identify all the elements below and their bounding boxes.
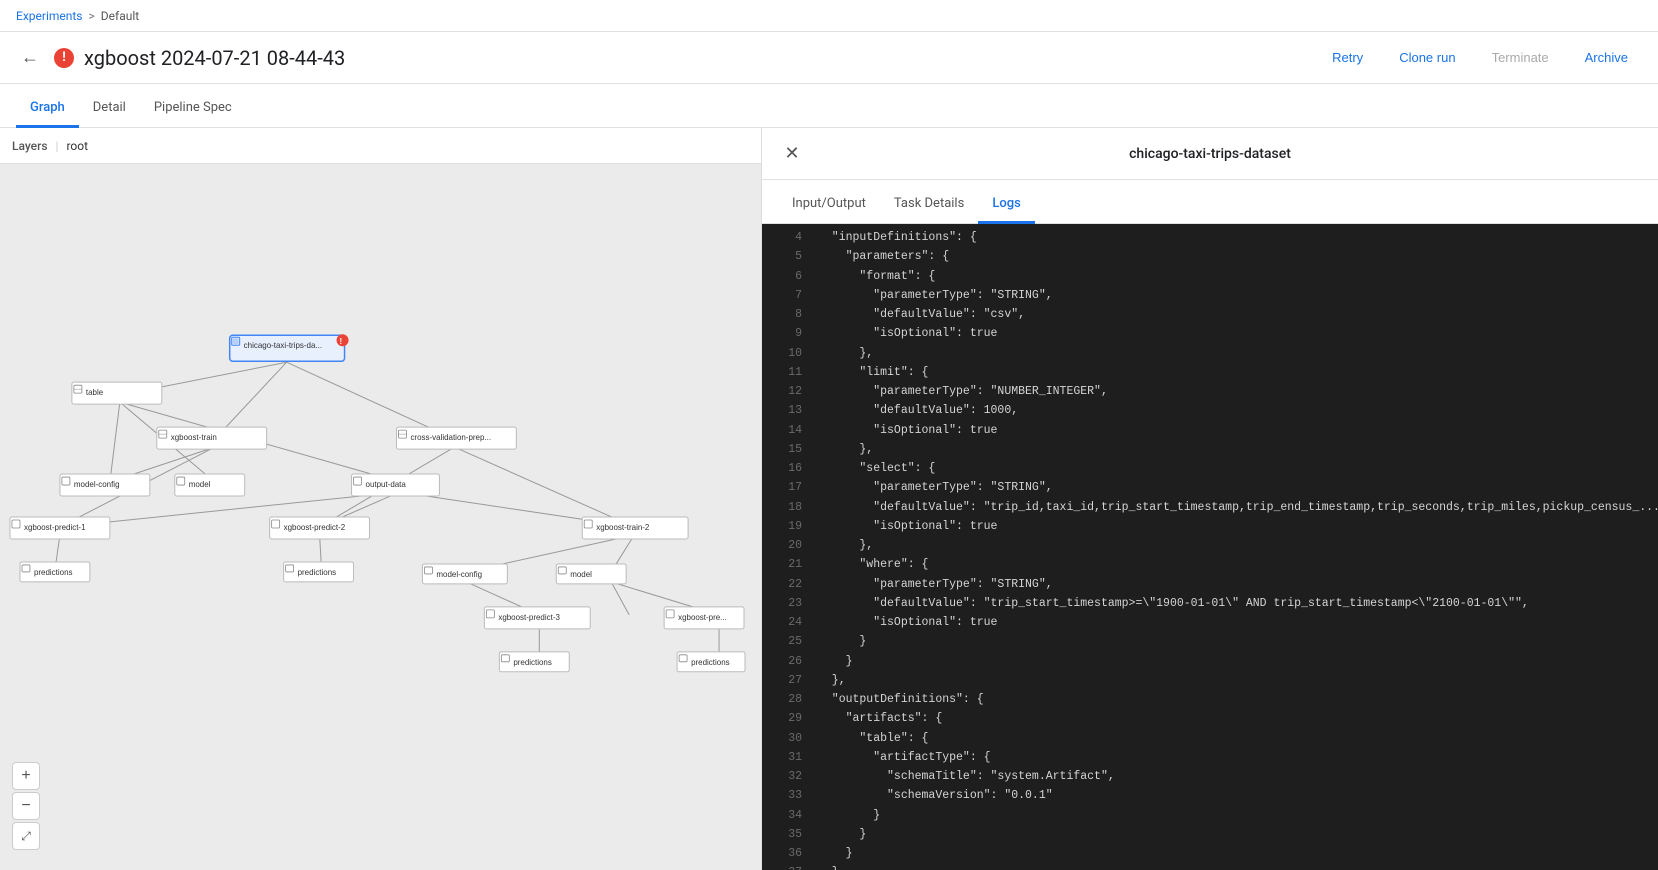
log-line: 36 } [762,844,1658,863]
svg-text:predictions: predictions [298,568,337,577]
main-tabs: Graph Detail Pipeline Spec [0,84,1658,128]
layers-label: Layers [12,139,48,153]
layers-separator: | [56,139,59,153]
log-line: 14 "isOptional": true [762,421,1658,440]
svg-text:xgboost-predict-1: xgboost-predict-1 [24,523,86,532]
svg-text:table: table [86,388,104,397]
breadcrumb: Experiments > Default [0,0,1658,32]
log-content[interactable]: 4 "inputDefinitions": {5 "parameters": {… [762,224,1658,870]
svg-text:xgboost-train-2: xgboost-train-2 [596,523,650,532]
svg-text:xgboost-pre...: xgboost-pre... [678,613,727,622]
log-line: 18 "defaultValue": "trip_id,taxi_id,trip… [762,498,1658,517]
log-line: 24 "isOptional": true [762,613,1658,632]
svg-text:cross-validation-prep...: cross-validation-prep... [410,433,491,442]
svg-text:predictions: predictions [34,568,73,577]
log-line: 19 "isOptional": true [762,517,1658,536]
svg-text:predictions: predictions [691,658,730,667]
tab-detail[interactable]: Detail [79,90,140,128]
tab-pipeline-spec[interactable]: Pipeline Spec [140,90,246,128]
header-left: ← ! xgboost 2024-07-21 08-44-43 [16,44,1318,72]
clone-run-button[interactable]: Clone run [1385,44,1469,71]
main-area: Layers | root [0,128,1658,870]
right-panel: ✕ chicago-taxi-trips-dataset Input/Outpu… [762,128,1658,870]
layers-root: root [66,139,88,153]
log-line: 13 "defaultValue": 1000, [762,401,1658,420]
log-line: 30 "table": { [762,729,1658,748]
zoom-out-button[interactable]: − [12,792,40,820]
log-line: 33 "schemaVersion": "0.0.1" [762,786,1658,805]
rpanel-tab-input-output[interactable]: Input/Output [778,186,880,224]
zoom-controls: + − ⤢ [12,762,40,850]
svg-text:xgboost-predict-2: xgboost-predict-2 [284,523,346,532]
run-error-icon: ! [54,48,74,68]
log-line: 37 }, [762,863,1658,870]
svg-text:xgboost-predict-3: xgboost-predict-3 [498,613,560,622]
log-line: 34 } [762,806,1658,825]
log-line: 26 } [762,652,1658,671]
panel-title: chicago-taxi-trips-dataset [1129,146,1291,162]
terminate-button: Terminate [1478,44,1563,71]
log-line: 16 "select": { [762,459,1658,478]
log-line: 17 "parameterType": "STRING", [762,478,1658,497]
archive-button[interactable]: Archive [1571,44,1642,71]
zoom-in-button[interactable]: + [12,762,40,790]
breadcrumb-separator: > [89,9,95,23]
panel-close-button[interactable]: ✕ [778,140,806,168]
svg-text:!: ! [340,337,343,346]
log-line: 22 "parameterType": "STRING", [762,575,1658,594]
log-line: 15 }, [762,440,1658,459]
run-title: xgboost 2024-07-21 08-44-43 [84,46,345,70]
log-line: 23 "defaultValue": "trip_start_timestamp… [762,594,1658,613]
log-line: 28 "outputDefinitions": { [762,690,1658,709]
log-line: 21 "where": { [762,555,1658,574]
log-line: 7 "parameterType": "STRING", [762,286,1658,305]
log-line: 4 "inputDefinitions": { [762,228,1658,247]
log-line: 10 }, [762,344,1658,363]
header-actions: Retry Clone run Terminate Archive [1318,44,1642,71]
rpanel-tab-task-details[interactable]: Task Details [880,186,978,224]
log-line: 31 "artifactType": { [762,748,1658,767]
log-line: 27 }, [762,671,1658,690]
log-line: 9 "isOptional": true [762,324,1658,343]
rpanel-tab-logs[interactable]: Logs [978,186,1034,224]
svg-text:model: model [570,570,592,579]
graph-canvas[interactable]: chicago-taxi-trips-da... ! table xgbo [0,164,761,870]
right-panel-header: ✕ chicago-taxi-trips-dataset [762,128,1658,180]
tab-graph[interactable]: Graph [16,90,79,128]
run-header: ← ! xgboost 2024-07-21 08-44-43 Retry Cl… [0,32,1658,84]
svg-text:xgboost-train: xgboost-train [171,433,217,442]
log-line: 20 }, [762,536,1658,555]
log-line: 8 "defaultValue": "csv", [762,305,1658,324]
svg-text:model-config: model-config [74,480,120,489]
log-line: 25 } [762,632,1658,651]
graph-svg: chicago-taxi-trips-da... ! table xgbo [0,164,761,870]
svg-text:model: model [189,480,211,489]
breadcrumb-experiments[interactable]: Experiments [16,9,83,23]
retry-button[interactable]: Retry [1318,44,1377,71]
breadcrumb-current: Default [101,9,139,23]
log-line: 5 "parameters": { [762,247,1658,266]
graph-panel: Layers | root [0,128,762,870]
back-button[interactable]: ← [16,44,44,72]
zoom-fit-button[interactable]: ⤢ [12,822,40,850]
layers-bar: Layers | root [0,128,761,164]
log-line: 29 "artifacts": { [762,709,1658,728]
log-line: 6 "format": { [762,267,1658,286]
right-panel-tabs: Input/Output Task Details Logs [762,180,1658,224]
log-line: 35 } [762,825,1658,844]
log-line: 11 "limit": { [762,363,1658,382]
log-line: 32 "schemaTitle": "system.Artifact", [762,767,1658,786]
svg-text:output-data: output-data [366,480,407,489]
svg-text:chicago-taxi-trips-da...: chicago-taxi-trips-da... [244,341,322,350]
log-line: 12 "parameterType": "NUMBER_INTEGER", [762,382,1658,401]
svg-text:model-config: model-config [436,570,482,579]
svg-text:predictions: predictions [513,658,552,667]
